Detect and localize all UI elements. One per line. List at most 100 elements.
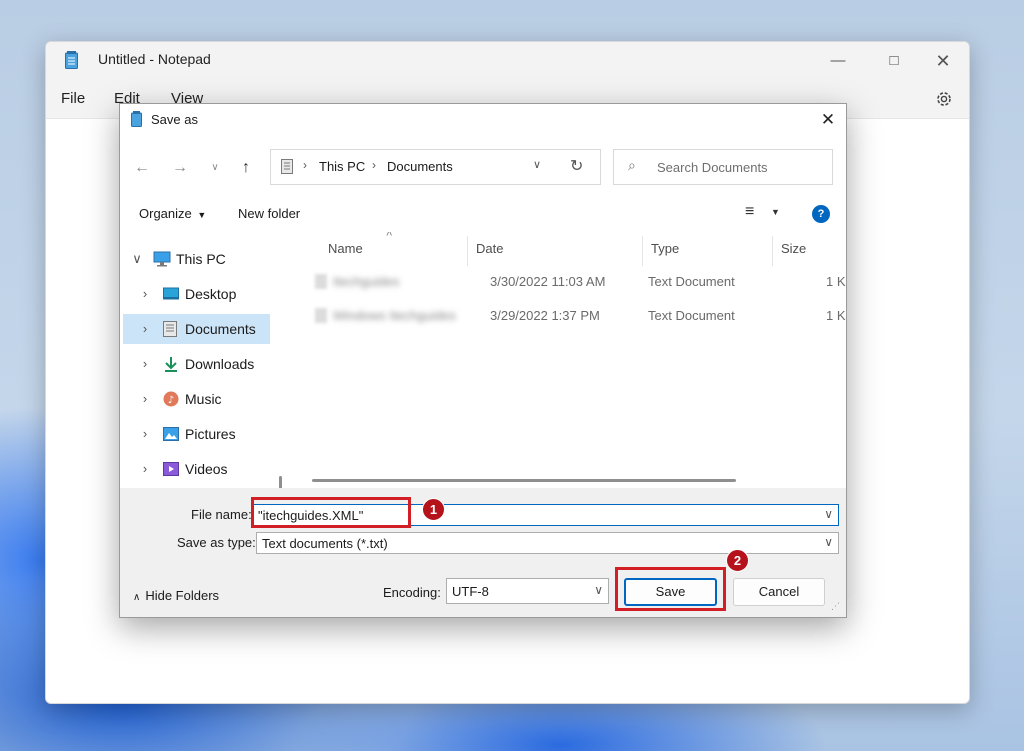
chevron-down-icon[interactable]: ∨ <box>131 251 143 267</box>
chevron-right-icon[interactable]: › <box>139 356 151 371</box>
encoding-value: UTF-8 <box>452 584 489 599</box>
tree-label: Music <box>185 391 222 407</box>
chevron-right-icon[interactable]: › <box>139 286 151 301</box>
encoding-label: Encoding: <box>383 585 441 600</box>
tree-label: Pictures <box>185 426 236 442</box>
callout-number-2: 2 <box>726 549 749 572</box>
column-header-type[interactable]: Type <box>643 236 773 266</box>
tree-label: Videos <box>185 461 228 477</box>
chevron-down-icon[interactable]: ∨ <box>594 583 603 597</box>
organize-label: Organize <box>139 206 192 221</box>
tree-item-music[interactable]: › ♪ Music <box>123 384 270 414</box>
downloads-icon <box>163 356 179 372</box>
chevron-down-icon[interactable]: ∨ <box>824 535 833 549</box>
tree-label: Downloads <box>185 356 255 372</box>
chevron-up-icon: ∧ <box>133 592 141 603</box>
desktop-icon <box>163 286 179 302</box>
music-icon: ♪ <box>163 391 179 407</box>
column-header-name[interactable]: Name <box>320 236 468 266</box>
tree-item-documents[interactable]: › Documents <box>123 314 270 344</box>
up-arrow-icon[interactable]: ↑ <box>234 156 258 180</box>
tree-item-this-pc[interactable]: ∨ This PC <box>123 244 270 274</box>
tree-item-pictures[interactable]: › Pictures <box>123 419 270 449</box>
new-folder-button[interactable]: New folder <box>238 206 300 221</box>
breadcrumb-this-pc[interactable]: This PC <box>319 159 365 174</box>
address-dropdown-chevron-icon[interactable]: ∨ <box>533 158 541 171</box>
tree-item-desktop[interactable]: › Desktop <box>123 279 270 309</box>
file-name: Itechguides <box>333 274 400 289</box>
column-header-size[interactable]: Size <box>773 236 846 266</box>
refresh-icon[interactable]: ↻ <box>570 156 583 176</box>
navigation-pane: ∨ This PC › Desktop › Documents › Downlo… <box>120 232 290 573</box>
notepad-small-icon <box>131 111 142 127</box>
column-header-date[interactable]: Date <box>468 236 643 266</box>
save-as-type-select[interactable]: Text documents (*.txt) ∨ <box>256 532 839 554</box>
dialog-close-button[interactable]: ✕ <box>816 108 840 132</box>
dialog-title: Save as <box>151 112 198 127</box>
text-file-icon <box>315 308 327 323</box>
hide-folders-label: Hide Folders <box>145 588 220 603</box>
save-as-dialog: Save as ✕ ← → ∨ ↑ › This PC › Documents … <box>119 103 847 618</box>
search-box[interactable]: ⌕ Search Documents <box>613 149 833 185</box>
chevron-down-icon[interactable]: ∨ <box>824 507 833 521</box>
organize-button[interactable]: Organize ▼ <box>139 206 206 221</box>
documents-icon <box>163 321 179 337</box>
tree-label: Documents <box>185 321 256 337</box>
cancel-button[interactable]: Cancel <box>733 578 825 606</box>
file-list-pane: ˄ Name Date Type Size Itechguides 3/30/2… <box>290 232 846 488</box>
chevron-right-icon: › <box>303 158 307 172</box>
save-as-type-label: Save as type: <box>177 535 256 550</box>
chevron-right-icon[interactable]: › <box>139 461 151 476</box>
tree-label: This PC <box>176 251 226 267</box>
help-icon[interactable]: ? <box>812 205 830 223</box>
documents-location-icon <box>281 159 293 174</box>
search-icon: ⌕ <box>628 157 636 173</box>
breadcrumb-documents[interactable]: Documents <box>387 159 453 174</box>
file-size: 1 KB <box>826 274 846 289</box>
file-name: Windows Itechguides <box>333 308 456 323</box>
tree-label: Desktop <box>185 286 237 302</box>
callout-box-save <box>615 567 726 611</box>
file-name-label: File name: <box>191 507 252 522</box>
callout-number-1: 1 <box>422 498 445 521</box>
svg-text:♪: ♪ <box>168 395 174 406</box>
file-date: 3/30/2022 11:03 AM <box>490 274 606 289</box>
chevron-right-icon[interactable]: › <box>139 426 151 441</box>
minimize-button[interactable]: — <box>823 48 853 74</box>
chevron-right-icon[interactable]: › <box>139 321 151 336</box>
view-options-icon[interactable]: ≡ <box>745 203 754 221</box>
videos-icon <box>163 461 179 477</box>
tree-item-downloads[interactable]: › Downloads <box>123 349 270 379</box>
caret-down-icon[interactable]: ▼ <box>771 207 780 217</box>
address-bar[interactable]: › This PC › Documents ∨ ↻ <box>270 149 601 185</box>
file-size: 1 KB <box>826 308 846 323</box>
save-as-type-value: Text documents (*.txt) <box>262 536 388 551</box>
recent-chevron-down-icon[interactable]: ∨ <box>203 156 227 180</box>
caret-down-icon: ▼ <box>197 210 207 220</box>
back-arrow-icon[interactable]: ← <box>130 156 154 180</box>
notepad-title: Untitled - Notepad <box>98 51 211 67</box>
settings-gear-icon[interactable] <box>934 89 954 109</box>
tree-item-videos[interactable]: › Videos <box>123 454 270 484</box>
close-window-button[interactable]: ✕ <box>928 48 958 74</box>
resize-grip-icon[interactable]: ⋰ <box>831 601 840 612</box>
command-bar: Organize ▼ New folder ≡ ▼ ? <box>120 196 846 230</box>
file-date: 3/29/2022 1:37 PM <box>490 308 600 323</box>
hide-folders-button[interactable]: ∧ Hide Folders <box>133 588 219 603</box>
file-type: Text Document <box>648 274 735 289</box>
file-type: Text Document <box>648 308 735 323</box>
search-placeholder: Search Documents <box>657 160 768 175</box>
file-row[interactable]: Windows Itechguides 3/29/2022 1:37 PM Te… <box>310 301 846 331</box>
menu-file[interactable]: File <box>61 90 85 107</box>
file-row[interactable]: Itechguides 3/30/2022 11:03 AM Text Docu… <box>310 267 846 297</box>
encoding-select[interactable]: UTF-8 ∨ <box>446 578 609 604</box>
text-file-icon <box>315 274 327 289</box>
forward-arrow-icon[interactable]: → <box>168 156 192 180</box>
notepad-titlebar: Untitled - Notepad — □ ✕ <box>46 42 969 80</box>
chevron-right-icon[interactable]: › <box>139 391 151 406</box>
chevron-right-icon: › <box>372 158 376 172</box>
horizontal-scrollbar[interactable] <box>312 479 736 482</box>
pictures-icon <box>163 426 179 442</box>
maximize-button[interactable]: □ <box>879 48 909 74</box>
pc-icon <box>153 251 171 267</box>
